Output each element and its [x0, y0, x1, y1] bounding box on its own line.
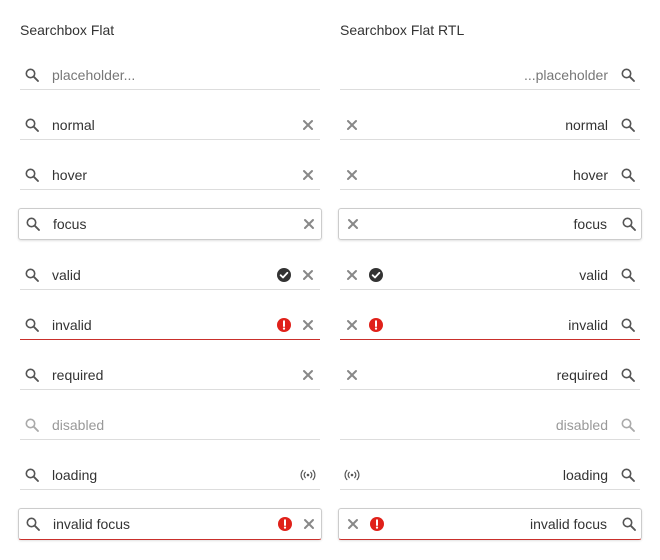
close-icon[interactable] — [344, 317, 360, 333]
searchbox-required[interactable]: required — [20, 360, 320, 390]
close-icon[interactable] — [301, 516, 317, 532]
search-icon[interactable] — [621, 216, 637, 232]
search-icon[interactable] — [620, 317, 636, 333]
searchbox-valid[interactable]: valid — [20, 260, 320, 290]
search-icon[interactable] — [24, 167, 40, 183]
column-title: Searchbox Flat RTL — [340, 22, 465, 38]
searchbox-value[interactable]: hover — [573, 167, 608, 183]
searchbox-value[interactable]: loading — [52, 467, 97, 483]
searchbox-value: disabled — [52, 417, 105, 433]
searchbox-placeholder-text[interactable]: ...placeholder — [524, 67, 608, 83]
searchbox-hover[interactable]: hover — [20, 160, 320, 190]
loading-icon — [344, 467, 360, 483]
searchbox-normal[interactable]: normal — [340, 110, 640, 140]
searchbox-value[interactable]: focus — [53, 216, 86, 232]
searchbox-disabled: disabled — [340, 410, 640, 440]
searchbox-value[interactable]: normal — [565, 117, 608, 133]
close-icon[interactable] — [300, 117, 316, 133]
searchbox-value[interactable]: invalid focus — [530, 516, 607, 532]
close-icon[interactable] — [344, 367, 360, 383]
loading-icon — [300, 467, 316, 483]
search-icon[interactable] — [24, 367, 40, 383]
error-circle-icon — [369, 516, 385, 532]
search-icon — [620, 417, 636, 433]
searchbox-focus[interactable]: focus — [338, 208, 642, 240]
search-icon[interactable] — [621, 516, 637, 532]
search-icon[interactable] — [25, 516, 41, 532]
column-title: Searchbox Flat — [20, 22, 115, 38]
searchbox-value[interactable]: invalid — [568, 317, 608, 333]
searchbox-value[interactable]: loading — [563, 467, 608, 483]
close-icon[interactable] — [300, 267, 316, 283]
searchbox-value[interactable]: required — [557, 367, 608, 383]
search-icon[interactable] — [620, 67, 636, 83]
error-circle-icon — [276, 317, 292, 333]
searchbox-value[interactable]: hover — [52, 167, 87, 183]
searchbox-value[interactable]: invalid — [52, 317, 92, 333]
searchbox-value[interactable]: valid — [52, 267, 81, 283]
search-icon[interactable] — [620, 117, 636, 133]
close-icon[interactable] — [300, 317, 316, 333]
check-circle-icon — [368, 267, 384, 283]
search-icon[interactable] — [24, 317, 40, 333]
searchbox-value[interactable]: valid — [579, 267, 608, 283]
searchbox-loading[interactable]: loading — [340, 460, 640, 490]
searchbox-value: disabled — [555, 417, 608, 433]
close-icon[interactable] — [344, 267, 360, 283]
error-circle-icon — [277, 516, 293, 532]
close-icon[interactable] — [345, 216, 361, 232]
search-icon[interactable] — [620, 267, 636, 283]
search-icon — [24, 417, 40, 433]
search-icon[interactable] — [620, 167, 636, 183]
search-icon[interactable] — [24, 467, 40, 483]
close-icon[interactable] — [300, 167, 316, 183]
check-circle-icon — [276, 267, 292, 283]
searchbox-loading[interactable]: loading — [20, 460, 320, 490]
searchbox-invalid[interactable]: invalid — [20, 310, 320, 340]
close-icon[interactable] — [344, 167, 360, 183]
searchbox-value[interactable]: required — [52, 367, 103, 383]
error-circle-icon — [368, 317, 384, 333]
searchbox-hover[interactable]: hover — [340, 160, 640, 190]
searchbox-invalid[interactable]: invalid — [340, 310, 640, 340]
searchbox-disabled: disabled — [20, 410, 320, 440]
searchbox-value[interactable]: normal — [52, 117, 95, 133]
search-icon[interactable] — [24, 67, 40, 83]
close-icon[interactable] — [301, 216, 317, 232]
searchbox-valid[interactable]: valid — [340, 260, 640, 290]
close-icon[interactable] — [300, 367, 316, 383]
searchbox-required[interactable]: required — [340, 360, 640, 390]
search-icon[interactable] — [25, 216, 41, 232]
searchbox-placeholder[interactable]: placeholder... — [20, 60, 320, 90]
search-icon[interactable] — [24, 267, 40, 283]
search-icon[interactable] — [24, 117, 40, 133]
close-icon[interactable] — [345, 516, 361, 532]
search-icon[interactable] — [620, 367, 636, 383]
searchbox-placeholder[interactable]: ...placeholder — [340, 60, 640, 90]
searchbox-invalid-focus[interactable]: invalid focus — [338, 508, 642, 540]
searchbox-normal[interactable]: normal — [20, 110, 320, 140]
close-icon[interactable] — [344, 117, 360, 133]
searchbox-value[interactable]: focus — [574, 216, 607, 232]
search-icon[interactable] — [620, 467, 636, 483]
searchbox-invalid-focus[interactable]: invalid focus — [18, 508, 322, 540]
searchbox-focus[interactable]: focus — [18, 208, 322, 240]
searchbox-placeholder-text[interactable]: placeholder... — [52, 67, 135, 83]
searchbox-value[interactable]: invalid focus — [53, 516, 130, 532]
